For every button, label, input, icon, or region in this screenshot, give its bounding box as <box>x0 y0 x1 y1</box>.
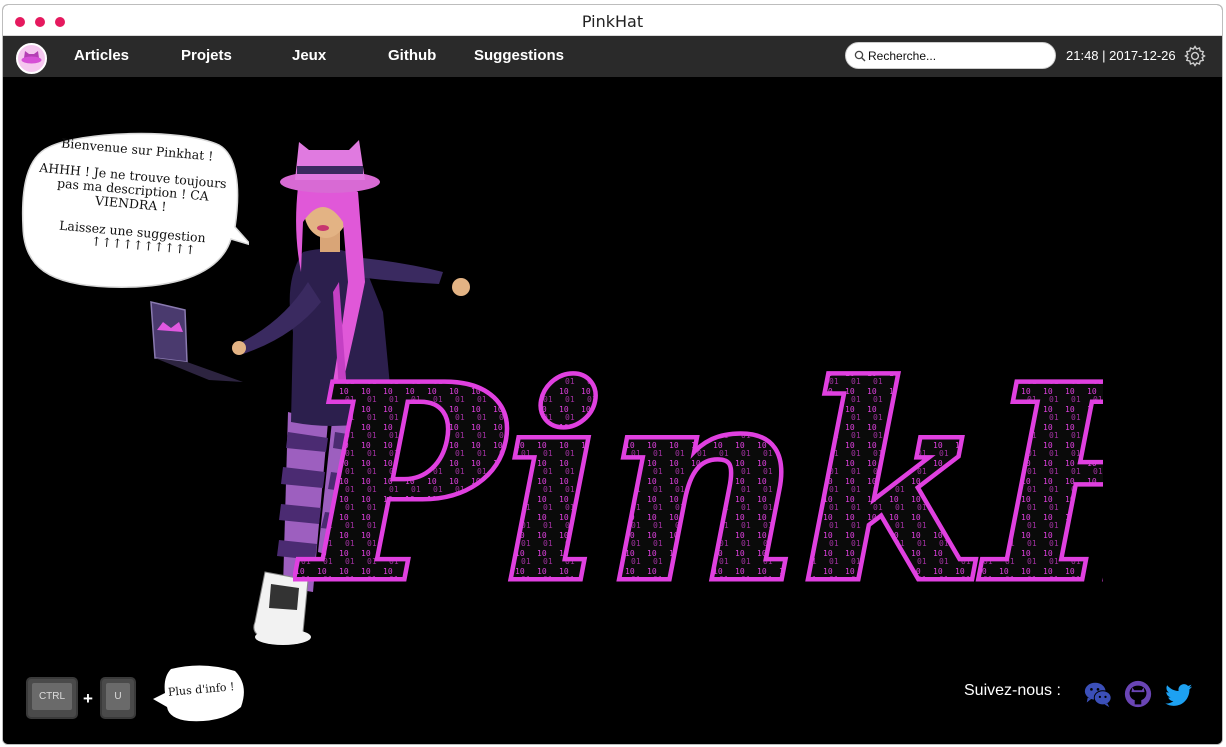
app-window: PinkHat Articles Projets Jeux Github Sug… <box>2 4 1223 745</box>
nav-github[interactable]: Github <box>388 47 436 64</box>
ctrl-key: CTRL <box>26 677 78 719</box>
plus-sign: + <box>83 689 93 708</box>
search-icon <box>854 50 866 62</box>
gear-icon[interactable] <box>1183 44 1207 68</box>
follow-us-label: Suivez-nous : <box>964 682 1061 699</box>
more-info-bubble[interactable]: Plus d'info ! <box>153 663 248 723</box>
nav-jeux[interactable]: Jeux <box>292 47 326 64</box>
pinkhat-logo-icon[interactable] <box>16 43 47 74</box>
nav-suggestions[interactable]: Suggestions <box>474 47 564 64</box>
search-input[interactable] <box>868 46 1048 65</box>
title-bar: PinkHat <box>3 5 1222 36</box>
hero-logo-text: PinkHat <box>295 329 1103 597</box>
search-box[interactable] <box>845 42 1056 69</box>
laptop-icon <box>150 301 243 382</box>
navbar: Articles Projets Jeux Github Suggestions… <box>3 36 1222 77</box>
pinkhat-hero-logo: 10 01 PinkHat <box>293 325 1103 598</box>
ctrl-key-label: CTRL <box>32 683 72 710</box>
github-icon[interactable] <box>1123 679 1153 709</box>
nav-projets[interactable]: Projets <box>181 47 232 64</box>
u-key: U <box>100 677 136 719</box>
clock-readout: 21:48 | 2017-12-26 <box>1066 48 1176 63</box>
window-title: PinkHat <box>581 12 644 31</box>
twitter-icon[interactable] <box>1164 679 1194 709</box>
u-key-label: U <box>106 683 130 710</box>
nav-articles[interactable]: Articles <box>74 47 129 64</box>
wechat-icon[interactable] <box>1083 679 1113 709</box>
hero-stage: Bienvenue sur Pinkhat ! AHHH ! Je ne tro… <box>3 77 1222 744</box>
